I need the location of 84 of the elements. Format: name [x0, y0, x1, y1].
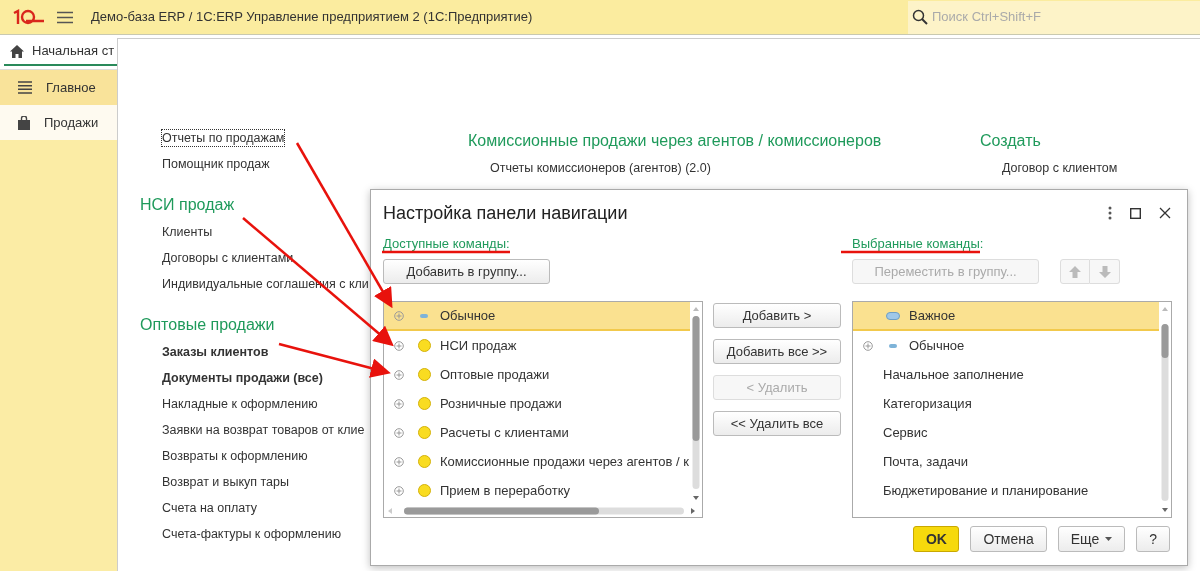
list-row[interactable]: Прием в переработку [384, 476, 690, 505]
list-row-label: Начальное заполнение [882, 365, 1024, 384]
expand-icon[interactable] [394, 398, 404, 409]
list-row-label: Важное [908, 306, 956, 325]
shopping-bag-icon [18, 115, 30, 130]
expand-icon[interactable] [394, 456, 404, 467]
nav-link[interactable]: Помощник продаж [161, 155, 271, 173]
list-row[interactable]: Начальное заполнение [853, 360, 1159, 389]
up-arrow-icon [1069, 265, 1081, 278]
nav-link[interactable]: Отчеты комиссионеров (агентов) (2.0) [489, 159, 712, 177]
nav-link[interactable]: Заявки на возврат товаров от клие [161, 421, 366, 439]
list-row-label: Комиссионные продажи через агентов / к [439, 452, 689, 471]
home-icon [10, 44, 24, 58]
chosen-commands-label: Выбранные команды: [852, 236, 984, 252]
down-arrow-icon [1098, 265, 1111, 278]
sidebar-item[interactable]: Продажи [0, 105, 117, 140]
sidebar-item[interactable]: Главное [0, 70, 117, 105]
list-row[interactable]: Важное [853, 302, 1159, 331]
more-menu-button[interactable]: Еще [1057, 526, 1126, 552]
section-heading: НСИ продаж [140, 195, 235, 215]
search-icon [912, 9, 928, 25]
list-row-label: Прием в переработку [439, 481, 570, 500]
expand-icon[interactable] [394, 310, 404, 321]
list-row[interactable]: Обычное [853, 331, 1159, 360]
search-field[interactable]: Поиск Ctrl+Shift+F [908, 0, 1200, 34]
ok-button[interactable]: OK [913, 526, 960, 552]
list-row-label: Бюджетирование и планирование [882, 481, 1089, 500]
list-row[interactable]: Расчеты с клиентами [384, 418, 690, 447]
list-row-label: Розничные продажи [439, 394, 562, 413]
caret-icon [1105, 537, 1113, 541]
list-row-label: Расчеты с клиентами [439, 423, 569, 442]
close-icon[interactable] [1159, 207, 1171, 219]
search-input[interactable]: Поиск Ctrl+Shift+F [932, 7, 1192, 27]
dialog-title: Настройка панели навигации [383, 201, 628, 225]
nav-link[interactable]: Возврат и выкуп тары [161, 473, 290, 491]
nav-link[interactable]: Заказы клиентов [161, 343, 270, 361]
expand-icon[interactable] [863, 340, 873, 351]
nav-link[interactable]: Возвраты к оформлению [161, 447, 309, 465]
dash-icon [889, 343, 897, 348]
nav-link[interactable]: Клиенты [161, 223, 214, 241]
list-row[interactable]: Почта, задачи [853, 447, 1159, 476]
transfer-button[interactable]: Добавить все >> [713, 339, 841, 364]
list-row-label: НСИ продаж [439, 336, 517, 355]
dialog-button[interactable]: ? [1136, 526, 1170, 552]
nav-link[interactable]: Счета-фактуры к оформлению [161, 525, 343, 543]
list-row-label: Обычное [439, 306, 496, 325]
nav-link[interactable]: Накладные к оформлению [161, 395, 319, 413]
list-row[interactable]: Категоризация [853, 389, 1159, 418]
dialog-button[interactable]: Отмена [970, 526, 1047, 552]
nav-link[interactable]: Договор с клиентом [1001, 159, 1119, 177]
section-heading: Оптовые продажи [140, 315, 275, 335]
list-row-label: Почта, задачи [882, 452, 969, 471]
expand-icon[interactable] [394, 485, 404, 496]
list-row-label: Оптовые продажи [439, 365, 550, 384]
list-row[interactable]: НСИ продаж [384, 331, 690, 360]
list-row[interactable]: Розничные продажи [384, 389, 690, 418]
nav-link[interactable]: Документы продажи (все) [161, 369, 324, 387]
expand-icon[interactable] [394, 427, 404, 438]
list-row[interactable]: Бюджетирование и планирование [853, 476, 1159, 505]
expand-icon[interactable] [394, 369, 404, 380]
list-row[interactable]: Сервис [853, 418, 1159, 447]
nav-link[interactable]: Счета на оплату [161, 499, 259, 517]
logo-icon [12, 8, 46, 26]
menu-icon[interactable] [57, 10, 73, 24]
transfer-button[interactable]: Добавить > [713, 303, 841, 328]
tab-label: Начальная ст [32, 42, 115, 61]
section-heading: Создать [980, 131, 1041, 151]
available-commands-label: Доступные команды: [383, 236, 510, 252]
expand-icon[interactable] [394, 340, 404, 351]
list-row[interactable]: Обычное [384, 302, 690, 331]
transfer-button[interactable]: << Удалить все [713, 411, 841, 436]
add-to-group-button[interactable]: Добавить в группу... [383, 259, 550, 284]
maximize-icon[interactable] [1130, 207, 1141, 219]
section-heading: Комиссионные продажи через агентов / комиссионеров [468, 131, 882, 151]
menu-lines-icon [18, 81, 32, 94]
list-row-label: Сервис [882, 423, 928, 442]
list-row[interactable]: Комиссионные продажи через агентов / к [384, 447, 690, 476]
dash-icon [420, 313, 428, 318]
list-row-label: Категоризация [882, 394, 972, 413]
window-title: Демо-база ERP / 1С:ERP Управление предприятием 2 (1С:Предприятие) [91, 8, 533, 27]
more-icon[interactable] [1108, 206, 1112, 220]
nav-link[interactable]: Отчеты по продажам [161, 129, 286, 147]
list-row-label: Обычное [908, 336, 965, 355]
list-row[interactable]: Оптовые продажи [384, 360, 690, 389]
